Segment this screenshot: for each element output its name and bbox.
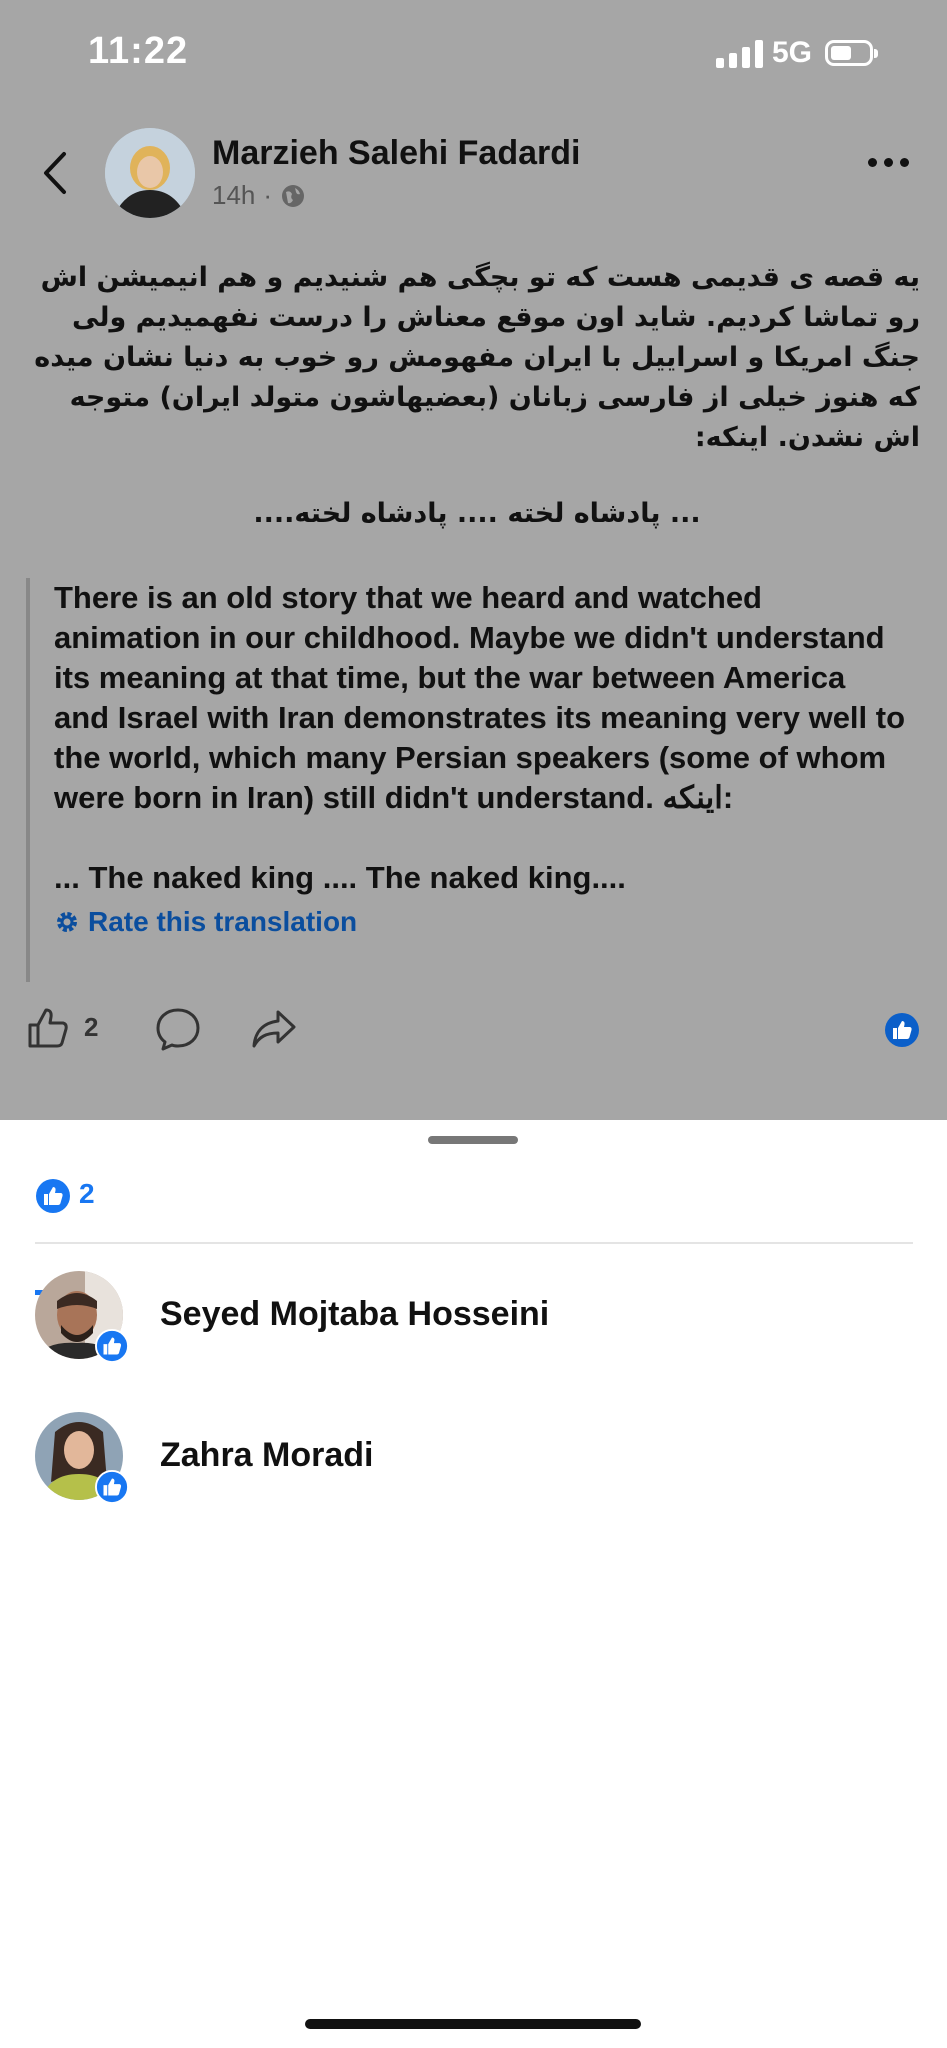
original-paragraph: یه قصه ی قدیمی هست که تو بچگی هم شنیدیم … (34, 262, 920, 453)
reactor-name[interactable]: Seyed Mojtaba Hosseini (160, 1295, 549, 1334)
post-original-text: یه قصه ی قدیمی هست که تو بچگی هم شنیدیم … (34, 258, 920, 534)
post-actions-bar: 2 (0, 1000, 947, 1060)
status-bar: 11:22 5G (0, 0, 947, 110)
like-button-icon[interactable] (26, 1006, 70, 1050)
battery-icon (825, 40, 878, 66)
meta-separator: · (263, 180, 273, 210)
status-time: 11:22 (88, 30, 189, 72)
share-button-icon[interactable] (250, 1006, 298, 1052)
translation-paragraph: There is an old story that we heard and … (54, 580, 906, 815)
rate-translation-label: Rate this translation (88, 906, 358, 937)
gear-icon (57, 912, 77, 932)
dimmed-post-background[interactable]: 11:22 5G Marzieh Salehi Fadardi 14h · یه… (0, 0, 947, 1120)
tab-all-likes[interactable]: 2 (35, 1172, 97, 1295)
like-reaction-icon (95, 1329, 129, 1363)
back-chevron-icon[interactable] (36, 148, 76, 198)
rate-translation-link[interactable]: Rate this translation (54, 906, 906, 938)
reactor-row[interactable]: Zahra Moradi (35, 1412, 913, 1512)
sheet-drag-handle[interactable] (428, 1136, 518, 1144)
like-reaction-icon (36, 1179, 70, 1213)
like-reaction-icon[interactable] (884, 1012, 920, 1048)
network-type: 5G (772, 36, 813, 69)
post-time: 14h (212, 180, 256, 210)
author-avatar[interactable] (105, 128, 195, 218)
original-quote: ... پادشاه لخته .... پادشاه لخته.... (253, 498, 701, 529)
globe-icon (282, 184, 305, 207)
translation-quote: ... The naked king .... The naked king..… (54, 860, 626, 895)
reactor-row[interactable]: Seyed Mojtaba Hosseini (35, 1271, 913, 1371)
post-meta: 14h · (212, 180, 306, 211)
translation-block: There is an old story that we heard and … (26, 578, 906, 982)
author-name[interactable]: Marzieh Salehi Fadardi (212, 134, 580, 173)
like-reaction-icon (95, 1470, 129, 1504)
tab-divider (35, 1242, 913, 1244)
more-options-icon[interactable] (868, 158, 909, 167)
comment-button-icon[interactable] (155, 1006, 201, 1052)
home-indicator[interactable] (305, 2019, 641, 2029)
tab-like-count: 2 (79, 1178, 95, 1209)
reactions-bottom-sheet: 2 Seyed Mojtaba Hosseini Zahra Moradi (0, 1120, 947, 2048)
reactor-name[interactable]: Zahra Moradi (160, 1436, 373, 1475)
signal-strength-icon (716, 40, 763, 68)
like-count[interactable]: 2 (84, 1012, 98, 1043)
